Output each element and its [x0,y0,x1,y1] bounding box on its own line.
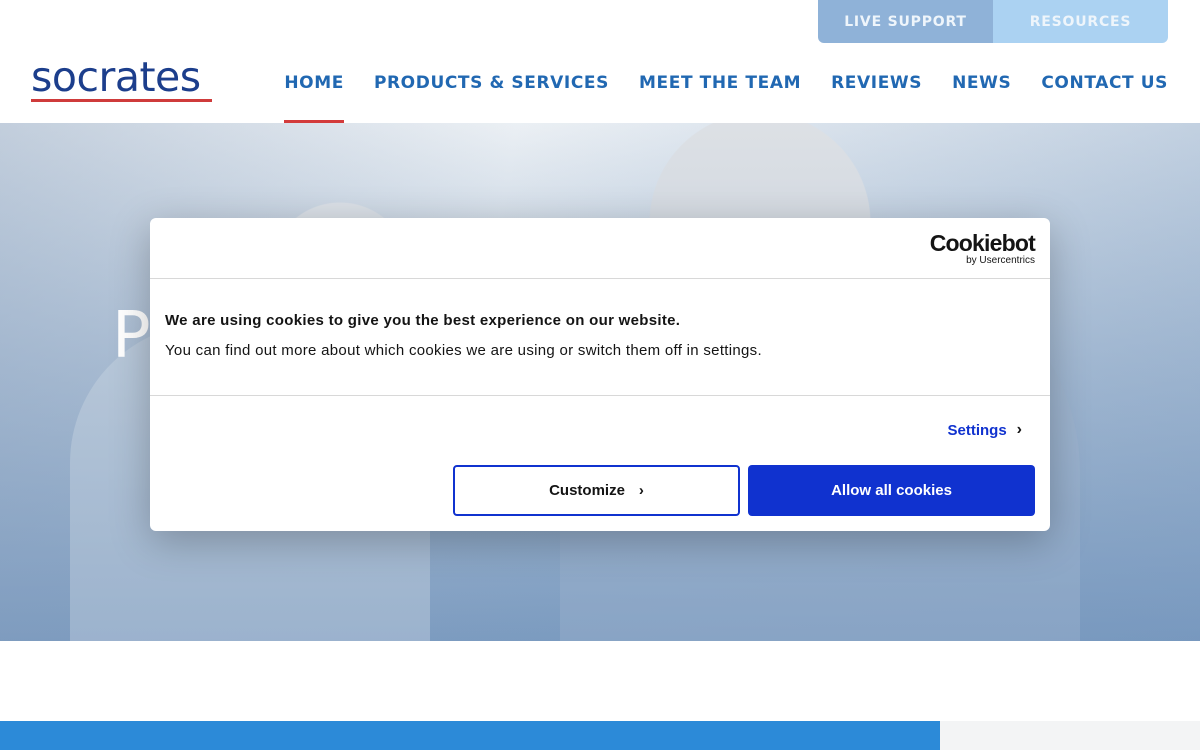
cookie-body: We are using cookies to give you the bes… [150,279,1050,396]
settings-label: Settings [947,421,1007,439]
site-header: socrates HOME PRODUCTS & SERVICES MEET T… [0,43,1200,124]
chevron-right-icon: › [1016,421,1022,438]
customize-button[interactable]: Customize › [453,465,740,516]
logo-text: socrates [31,53,201,101]
main-nav: HOME PRODUCTS & SERVICES MEET THE TEAM R… [284,73,1168,124]
cookiebot-brand-sub: by Usercentrics [966,255,1035,266]
section-puzzle-image [940,721,1200,750]
resources-button[interactable]: RESOURCES [993,0,1168,43]
utility-bar: LIVE SUPPORT RESOURCES [818,0,1168,43]
nav-contact-us[interactable]: CONTACT US [1041,73,1168,93]
cookie-text: You can find out more about which cookie… [165,342,762,359]
nav-news[interactable]: NEWS [952,73,1011,93]
customize-label: Customize [549,482,625,499]
cookie-header: Cookiebot by Usercentrics [150,218,1050,279]
nav-meet-the-team[interactable]: MEET THE TEAM [639,73,801,93]
cookie-dialog: Cookiebot by Usercentrics We are using c… [150,218,1050,531]
nav-products-services[interactable]: PRODUCTS & SERVICES [374,73,609,93]
nav-reviews[interactable]: REVIEWS [831,73,922,93]
live-support-button[interactable]: LIVE SUPPORT [818,0,993,43]
nav-home[interactable]: HOME [284,73,344,124]
cookie-heading: We are using cookies to give you the bes… [165,312,681,329]
chevron-right-icon: › [638,482,644,499]
cookiebot-brand: Cookiebot [929,230,1036,256]
cookie-settings-link[interactable]: Settings › [947,421,1022,439]
cookiebot-logo: Cookiebot by Usercentrics [929,230,1036,266]
allow-all-cookies-button[interactable]: Allow all cookies [748,465,1035,516]
allow-label: Allow all cookies [831,482,952,499]
section-blue-band [0,721,940,750]
logo[interactable]: socrates [31,57,212,102]
